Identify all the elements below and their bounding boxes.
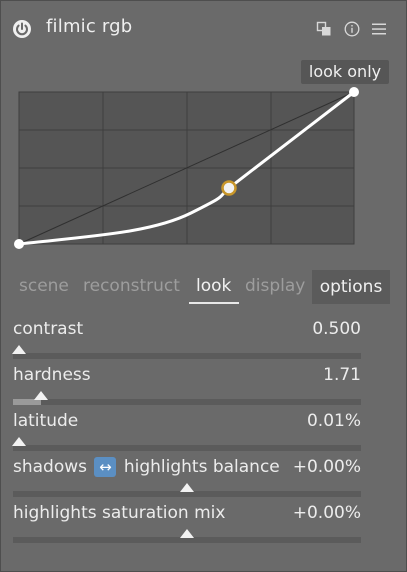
highlights-saturation-mix-slider[interactable]: highlights saturation mix +0.00% bbox=[13, 503, 363, 547]
slider-label: contrast bbox=[13, 319, 84, 339]
tab-reconstruct[interactable]: reconstruct bbox=[83, 269, 180, 301]
slider-handle[interactable] bbox=[12, 345, 26, 354]
slider-handle[interactable] bbox=[180, 483, 194, 492]
slider-label: shadows ↔ highlights balance bbox=[13, 457, 280, 477]
slider-value: 0.500 bbox=[312, 319, 361, 339]
curve-start-node[interactable] bbox=[14, 239, 24, 249]
slider-label: latitude bbox=[13, 411, 79, 431]
slider-value: 1.71 bbox=[323, 365, 361, 385]
curve-end-node[interactable] bbox=[349, 87, 359, 97]
tone-curve-graph[interactable] bbox=[1, 1, 407, 261]
slider-handle[interactable] bbox=[180, 529, 194, 538]
active-tab-underline bbox=[189, 302, 239, 304]
label-highlights-balance: highlights balance bbox=[123, 457, 280, 477]
slider-handle[interactable] bbox=[12, 437, 26, 446]
filmic-rgb-module: filmic rgb look only scene reconstruct l… bbox=[0, 0, 407, 572]
tab-options[interactable]: options bbox=[312, 270, 390, 304]
shadows-highlights-balance-slider[interactable]: shadows ↔ highlights balance +0.00% bbox=[13, 457, 363, 501]
tab-look[interactable]: look bbox=[196, 269, 231, 301]
slider-track[interactable] bbox=[13, 399, 361, 405]
slider-label: highlights saturation mix bbox=[13, 503, 226, 523]
label-shadows: shadows bbox=[13, 457, 88, 477]
latitude-node[interactable] bbox=[221, 180, 237, 196]
swap-arrows-icon: ↔ bbox=[94, 457, 117, 477]
slider-track[interactable] bbox=[13, 353, 361, 359]
hardness-slider[interactable]: hardness 1.71 bbox=[13, 365, 363, 409]
contrast-slider[interactable]: contrast 0.500 bbox=[12, 319, 363, 363]
slider-label: hardness bbox=[13, 365, 91, 385]
slider-value: +0.00% bbox=[292, 457, 361, 477]
tab-display[interactable]: display bbox=[245, 269, 305, 301]
slider-handle[interactable] bbox=[33, 391, 48, 400]
graph-view-label[interactable]: look only bbox=[301, 60, 389, 84]
slider-value: 0.01% bbox=[306, 411, 361, 431]
tab-scene[interactable]: scene bbox=[19, 269, 69, 301]
slider-track[interactable] bbox=[13, 445, 361, 451]
slider-value: +0.00% bbox=[292, 503, 361, 523]
latitude-slider[interactable]: latitude 0.01% bbox=[12, 411, 363, 455]
